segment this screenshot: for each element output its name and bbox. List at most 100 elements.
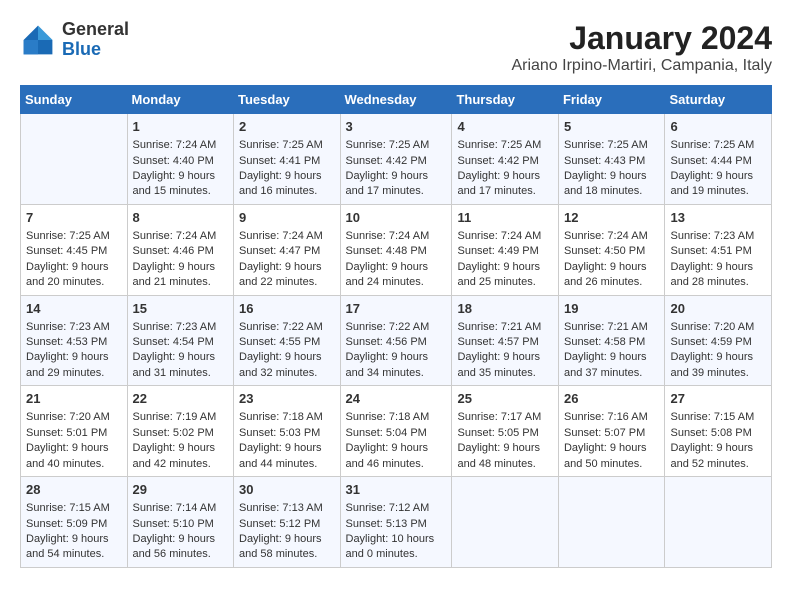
day-number: 7 xyxy=(26,209,122,227)
calendar-cell: 12 Sunrise: 7:24 AM Sunset: 4:50 PM Dayli… xyxy=(558,204,665,295)
calendar-cell: 5Sunrise: 7:25 AM Sunset: 4:43 PM Daylig… xyxy=(558,114,665,205)
cell-content: Sunrise: 7:24 AM Sunset: 4:46 PM Dayligh… xyxy=(133,229,229,291)
day-number: 27 xyxy=(670,390,766,408)
cell-content: Sunrise: 7:24 AM Sunset: 4:48 PM Dayligh… xyxy=(346,229,447,291)
cell-content: Sunrise: 7:24 AM Sunset: 4:50 PM Dayligh… xyxy=(564,229,660,291)
calendar-cell: 1Sunrise: 7:24 AM Sunset: 4:40 PM Daylig… xyxy=(127,114,234,205)
cell-content: Sunrise: 7:23 AM Sunset: 4:54 PM Dayligh… xyxy=(133,320,229,382)
calendar-title: January 2024 xyxy=(511,20,772,57)
calendar-cell: 21 Sunrise: 7:20 AM Sunset: 5:01 PM Dayli… xyxy=(21,386,128,477)
calendar-week-row: 21 Sunrise: 7:20 AM Sunset: 5:01 PM Dayli… xyxy=(21,386,772,477)
day-number: 30 xyxy=(239,481,335,499)
calendar-cell: 18 Sunrise: 7:21 AM Sunset: 4:57 PM Dayli… xyxy=(452,295,559,386)
calendar-week-row: 1Sunrise: 7:24 AM Sunset: 4:40 PM Daylig… xyxy=(21,114,772,205)
cell-content: Sunrise: 7:21 AM Sunset: 4:57 PM Dayligh… xyxy=(457,320,553,382)
cell-content: Sunrise: 7:24 AM Sunset: 4:47 PM Dayligh… xyxy=(239,229,335,291)
calendar-header-row: SundayMondayTuesdayWednesdayThursdayFrid… xyxy=(21,86,772,114)
day-number: 2 xyxy=(239,118,335,136)
cell-content: Sunrise: 7:25 AM Sunset: 4:41 PM Dayligh… xyxy=(239,138,335,200)
calendar-cell: 11Sunrise: 7:24 AM Sunset: 4:49 PM Dayli… xyxy=(452,204,559,295)
calendar-cell: 16 Sunrise: 7:22 AM Sunset: 4:55 PM Dayli… xyxy=(234,295,341,386)
day-number: 18 xyxy=(457,300,553,318)
calendar-cell xyxy=(21,114,128,205)
calendar-cell: 24 Sunrise: 7:18 AM Sunset: 5:04 PM Dayli… xyxy=(340,386,452,477)
day-number: 8 xyxy=(133,209,229,227)
day-number: 29 xyxy=(133,481,229,499)
page-header: General Blue January 2024 Ariano Irpino-… xyxy=(20,20,772,75)
calendar-week-row: 28 Sunrise: 7:15 AM Sunset: 5:09 PM Dayli… xyxy=(21,477,772,568)
day-number: 19 xyxy=(564,300,660,318)
day-number: 26 xyxy=(564,390,660,408)
cell-content: Sunrise: 7:18 AM Sunset: 5:04 PM Dayligh… xyxy=(346,410,447,472)
calendar-cell: 19 Sunrise: 7:21 AM Sunset: 4:58 PM Dayli… xyxy=(558,295,665,386)
day-number: 3 xyxy=(346,118,447,136)
cell-content: Sunrise: 7:20 AM Sunset: 4:59 PM Dayligh… xyxy=(670,320,766,382)
day-number: 10 xyxy=(346,209,447,227)
cell-content: Sunrise: 7:18 AM Sunset: 5:03 PM Dayligh… xyxy=(239,410,335,472)
calendar-table: SundayMondayTuesdayWednesdayThursdayFrid… xyxy=(20,85,772,568)
day-number: 16 xyxy=(239,300,335,318)
calendar-cell: 30 Sunrise: 7:13 AM Sunset: 5:12 PM Dayli… xyxy=(234,477,341,568)
cell-content: Sunrise: 7:24 AM Sunset: 4:40 PM Dayligh… xyxy=(133,138,229,200)
cell-content: Sunrise: 7:23 AM Sunset: 4:51 PM Dayligh… xyxy=(670,229,766,291)
logo-blue: Blue xyxy=(62,39,101,59)
day-number: 9 xyxy=(239,209,335,227)
calendar-cell: 20 Sunrise: 7:20 AM Sunset: 4:59 PM Dayli… xyxy=(665,295,772,386)
cell-content: Sunrise: 7:13 AM Sunset: 5:12 PM Dayligh… xyxy=(239,501,335,563)
day-header-friday: Friday xyxy=(558,86,665,114)
day-header-saturday: Saturday xyxy=(665,86,772,114)
calendar-cell xyxy=(665,477,772,568)
day-number: 17 xyxy=(346,300,447,318)
cell-content: Sunrise: 7:15 AM Sunset: 5:09 PM Dayligh… xyxy=(26,501,122,563)
day-number: 25 xyxy=(457,390,553,408)
calendar-cell: 8 Sunrise: 7:24 AM Sunset: 4:46 PM Daylig… xyxy=(127,204,234,295)
calendar-cell: 14 Sunrise: 7:23 AM Sunset: 4:53 PM Dayli… xyxy=(21,295,128,386)
calendar-cell: 17 Sunrise: 7:22 AM Sunset: 4:56 PM Dayli… xyxy=(340,295,452,386)
logo-general: General xyxy=(62,19,129,39)
cell-content: Sunrise: 7:25 AM Sunset: 4:42 PM Dayligh… xyxy=(346,138,447,200)
day-number: 13 xyxy=(670,209,766,227)
day-number: 31 xyxy=(346,481,447,499)
cell-content: Sunrise: 7:23 AM Sunset: 4:53 PM Dayligh… xyxy=(26,320,122,382)
day-number: 28 xyxy=(26,481,122,499)
cell-content: Sunrise: 7:16 AM Sunset: 5:07 PM Dayligh… xyxy=(564,410,660,472)
title-block: January 2024 Ariano Irpino-Martiri, Camp… xyxy=(511,20,772,75)
day-number: 20 xyxy=(670,300,766,318)
day-number: 14 xyxy=(26,300,122,318)
logo-text: General Blue xyxy=(62,20,129,60)
cell-content: Sunrise: 7:14 AM Sunset: 5:10 PM Dayligh… xyxy=(133,501,229,563)
calendar-cell: 6Sunrise: 7:25 AM Sunset: 4:44 PM Daylig… xyxy=(665,114,772,205)
calendar-week-row: 7Sunrise: 7:25 AM Sunset: 4:45 PM Daylig… xyxy=(21,204,772,295)
calendar-cell: 7Sunrise: 7:25 AM Sunset: 4:45 PM Daylig… xyxy=(21,204,128,295)
calendar-cell: 9 Sunrise: 7:24 AM Sunset: 4:47 PM Daylig… xyxy=(234,204,341,295)
day-number: 12 xyxy=(564,209,660,227)
calendar-cell: 29 Sunrise: 7:14 AM Sunset: 5:10 PM Dayli… xyxy=(127,477,234,568)
cell-content: Sunrise: 7:17 AM Sunset: 5:05 PM Dayligh… xyxy=(457,410,553,472)
day-number: 5 xyxy=(564,118,660,136)
calendar-cell: 13 Sunrise: 7:23 AM Sunset: 4:51 PM Dayli… xyxy=(665,204,772,295)
calendar-cell: 3 Sunrise: 7:25 AM Sunset: 4:42 PM Daylig… xyxy=(340,114,452,205)
day-header-thursday: Thursday xyxy=(452,86,559,114)
calendar-cell: 26 Sunrise: 7:16 AM Sunset: 5:07 PM Dayli… xyxy=(558,386,665,477)
cell-content: Sunrise: 7:15 AM Sunset: 5:08 PM Dayligh… xyxy=(670,410,766,472)
day-number: 11 xyxy=(457,209,553,227)
calendar-cell: 28 Sunrise: 7:15 AM Sunset: 5:09 PM Dayli… xyxy=(21,477,128,568)
calendar-week-row: 14 Sunrise: 7:23 AM Sunset: 4:53 PM Dayli… xyxy=(21,295,772,386)
day-number: 24 xyxy=(346,390,447,408)
cell-content: Sunrise: 7:19 AM Sunset: 5:02 PM Dayligh… xyxy=(133,410,229,472)
cell-content: Sunrise: 7:25 AM Sunset: 4:44 PM Dayligh… xyxy=(670,138,766,200)
day-header-monday: Monday xyxy=(127,86,234,114)
cell-content: Sunrise: 7:12 AM Sunset: 5:13 PM Dayligh… xyxy=(346,501,447,563)
calendar-cell: 27 Sunrise: 7:15 AM Sunset: 5:08 PM Dayli… xyxy=(665,386,772,477)
cell-content: Sunrise: 7:21 AM Sunset: 4:58 PM Dayligh… xyxy=(564,320,660,382)
calendar-cell: 31 Sunrise: 7:12 AM Sunset: 5:13 PM Dayli… xyxy=(340,477,452,568)
cell-content: Sunrise: 7:20 AM Sunset: 5:01 PM Dayligh… xyxy=(26,410,122,472)
cell-content: Sunrise: 7:22 AM Sunset: 4:56 PM Dayligh… xyxy=(346,320,447,382)
day-number: 21 xyxy=(26,390,122,408)
calendar-cell: 22Sunrise: 7:19 AM Sunset: 5:02 PM Dayli… xyxy=(127,386,234,477)
calendar-cell: 25 Sunrise: 7:17 AM Sunset: 5:05 PM Dayli… xyxy=(452,386,559,477)
day-header-tuesday: Tuesday xyxy=(234,86,341,114)
calendar-cell: 15Sunrise: 7:23 AM Sunset: 4:54 PM Dayli… xyxy=(127,295,234,386)
cell-content: Sunrise: 7:25 AM Sunset: 4:42 PM Dayligh… xyxy=(457,138,553,200)
cell-content: Sunrise: 7:22 AM Sunset: 4:55 PM Dayligh… xyxy=(239,320,335,382)
